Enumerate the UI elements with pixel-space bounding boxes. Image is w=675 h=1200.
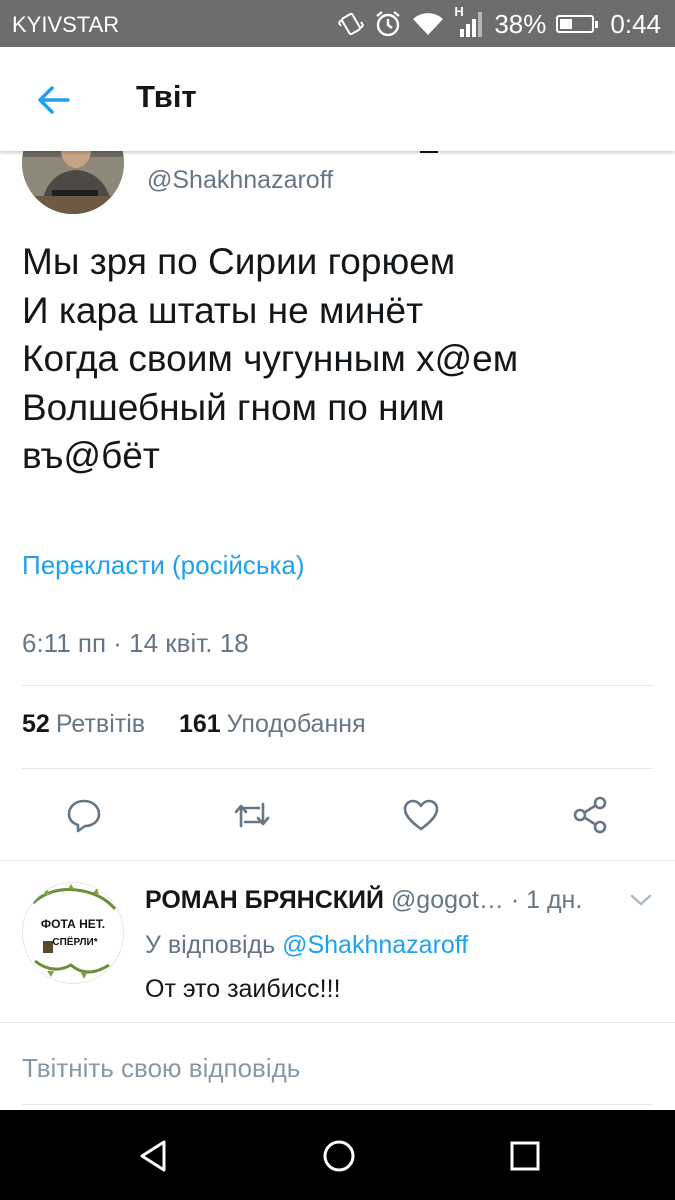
arrow-left-icon[interactable] (30, 77, 76, 123)
reply-text: От это заибисс!!! (145, 975, 341, 1003)
battery-icon (556, 15, 599, 33)
wifi-icon (413, 13, 444, 36)
battery-percent: 38% (494, 8, 547, 39)
retweet-icon[interactable] (233, 796, 271, 834)
retweets-count: 52 (22, 710, 50, 738)
recents-square-icon[interactable] (506, 1137, 544, 1175)
cell-signal-icon: H (454, 4, 484, 38)
status-bar: KYIVSTAR H 38% 0:44 (0, 0, 675, 47)
status-icons: H 38% 0:44 (338, 4, 661, 40)
share-icon[interactable] (571, 796, 609, 834)
tweet-text: Мы зря по Сирии горюем И кара штаты не м… (22, 241, 519, 476)
translate-link[interactable]: Перекласти (російська) (22, 550, 305, 581)
divider (22, 768, 653, 769)
likes-count: 161 (178, 710, 221, 738)
reply-time: · 1 дн. (510, 886, 583, 914)
back-triangle-icon[interactable] (134, 1137, 172, 1175)
divider (22, 685, 653, 686)
reply-avatar-line2: СПЁРЛИ* (52, 935, 97, 948)
reply-header: РОМАН БРЯНСКИЙ @gogot… · 1 дн. (145, 886, 582, 915)
retweets-stat[interactable]: 52 Ретвітів (22, 710, 152, 738)
alarm-icon (376, 11, 401, 37)
reply-avatar-line1: ФОТА НЕТ. (41, 917, 105, 931)
reply-to-label: У відповідь (145, 931, 276, 959)
retweets-label: Ретвітів (55, 710, 146, 738)
likes-label: Уподобання (226, 710, 366, 738)
like-icon[interactable] (402, 796, 440, 834)
system-nav-bar (0, 1110, 675, 1200)
section-divider (0, 1022, 675, 1023)
author-handle[interactable]: @Shakhnazaroff (147, 166, 333, 195)
reply-author-name[interactable]: РОМАН БРЯНСКИЙ (145, 886, 384, 914)
chevron-down-icon[interactable] (628, 890, 654, 910)
reply-to-user-link[interactable]: @Shakhnazaroff (282, 931, 468, 959)
reply-author-handle[interactable]: @gogot… (391, 886, 504, 914)
clock: 0:44 (610, 8, 661, 39)
compose-underline (22, 1104, 653, 1105)
tweet-stats: 52 Ретвітів 161 Уподобання (22, 710, 366, 739)
section-divider (0, 860, 675, 861)
app-bar: Твіт (0, 47, 675, 151)
reply-avatar[interactable]: ФОТА НЕТ. СПЁРЛИ* (22, 882, 124, 984)
carrier-label: KYIVSTAR (12, 12, 120, 37)
vibrate-icon (338, 12, 365, 36)
home-circle-icon[interactable] (320, 1137, 358, 1175)
page-title: Твіт (136, 79, 197, 114)
reply-icon[interactable] (65, 796, 103, 834)
reply-compose-input[interactable]: Твітніть свою відповідь (22, 1053, 300, 1084)
tweet-timestamp: 6:11 пп · 14 квіт. 18 (22, 628, 249, 658)
likes-stat[interactable]: 161 Уподобання (179, 710, 366, 738)
reply-to-line: У відповідь @Shakhnazaroff (145, 931, 468, 960)
